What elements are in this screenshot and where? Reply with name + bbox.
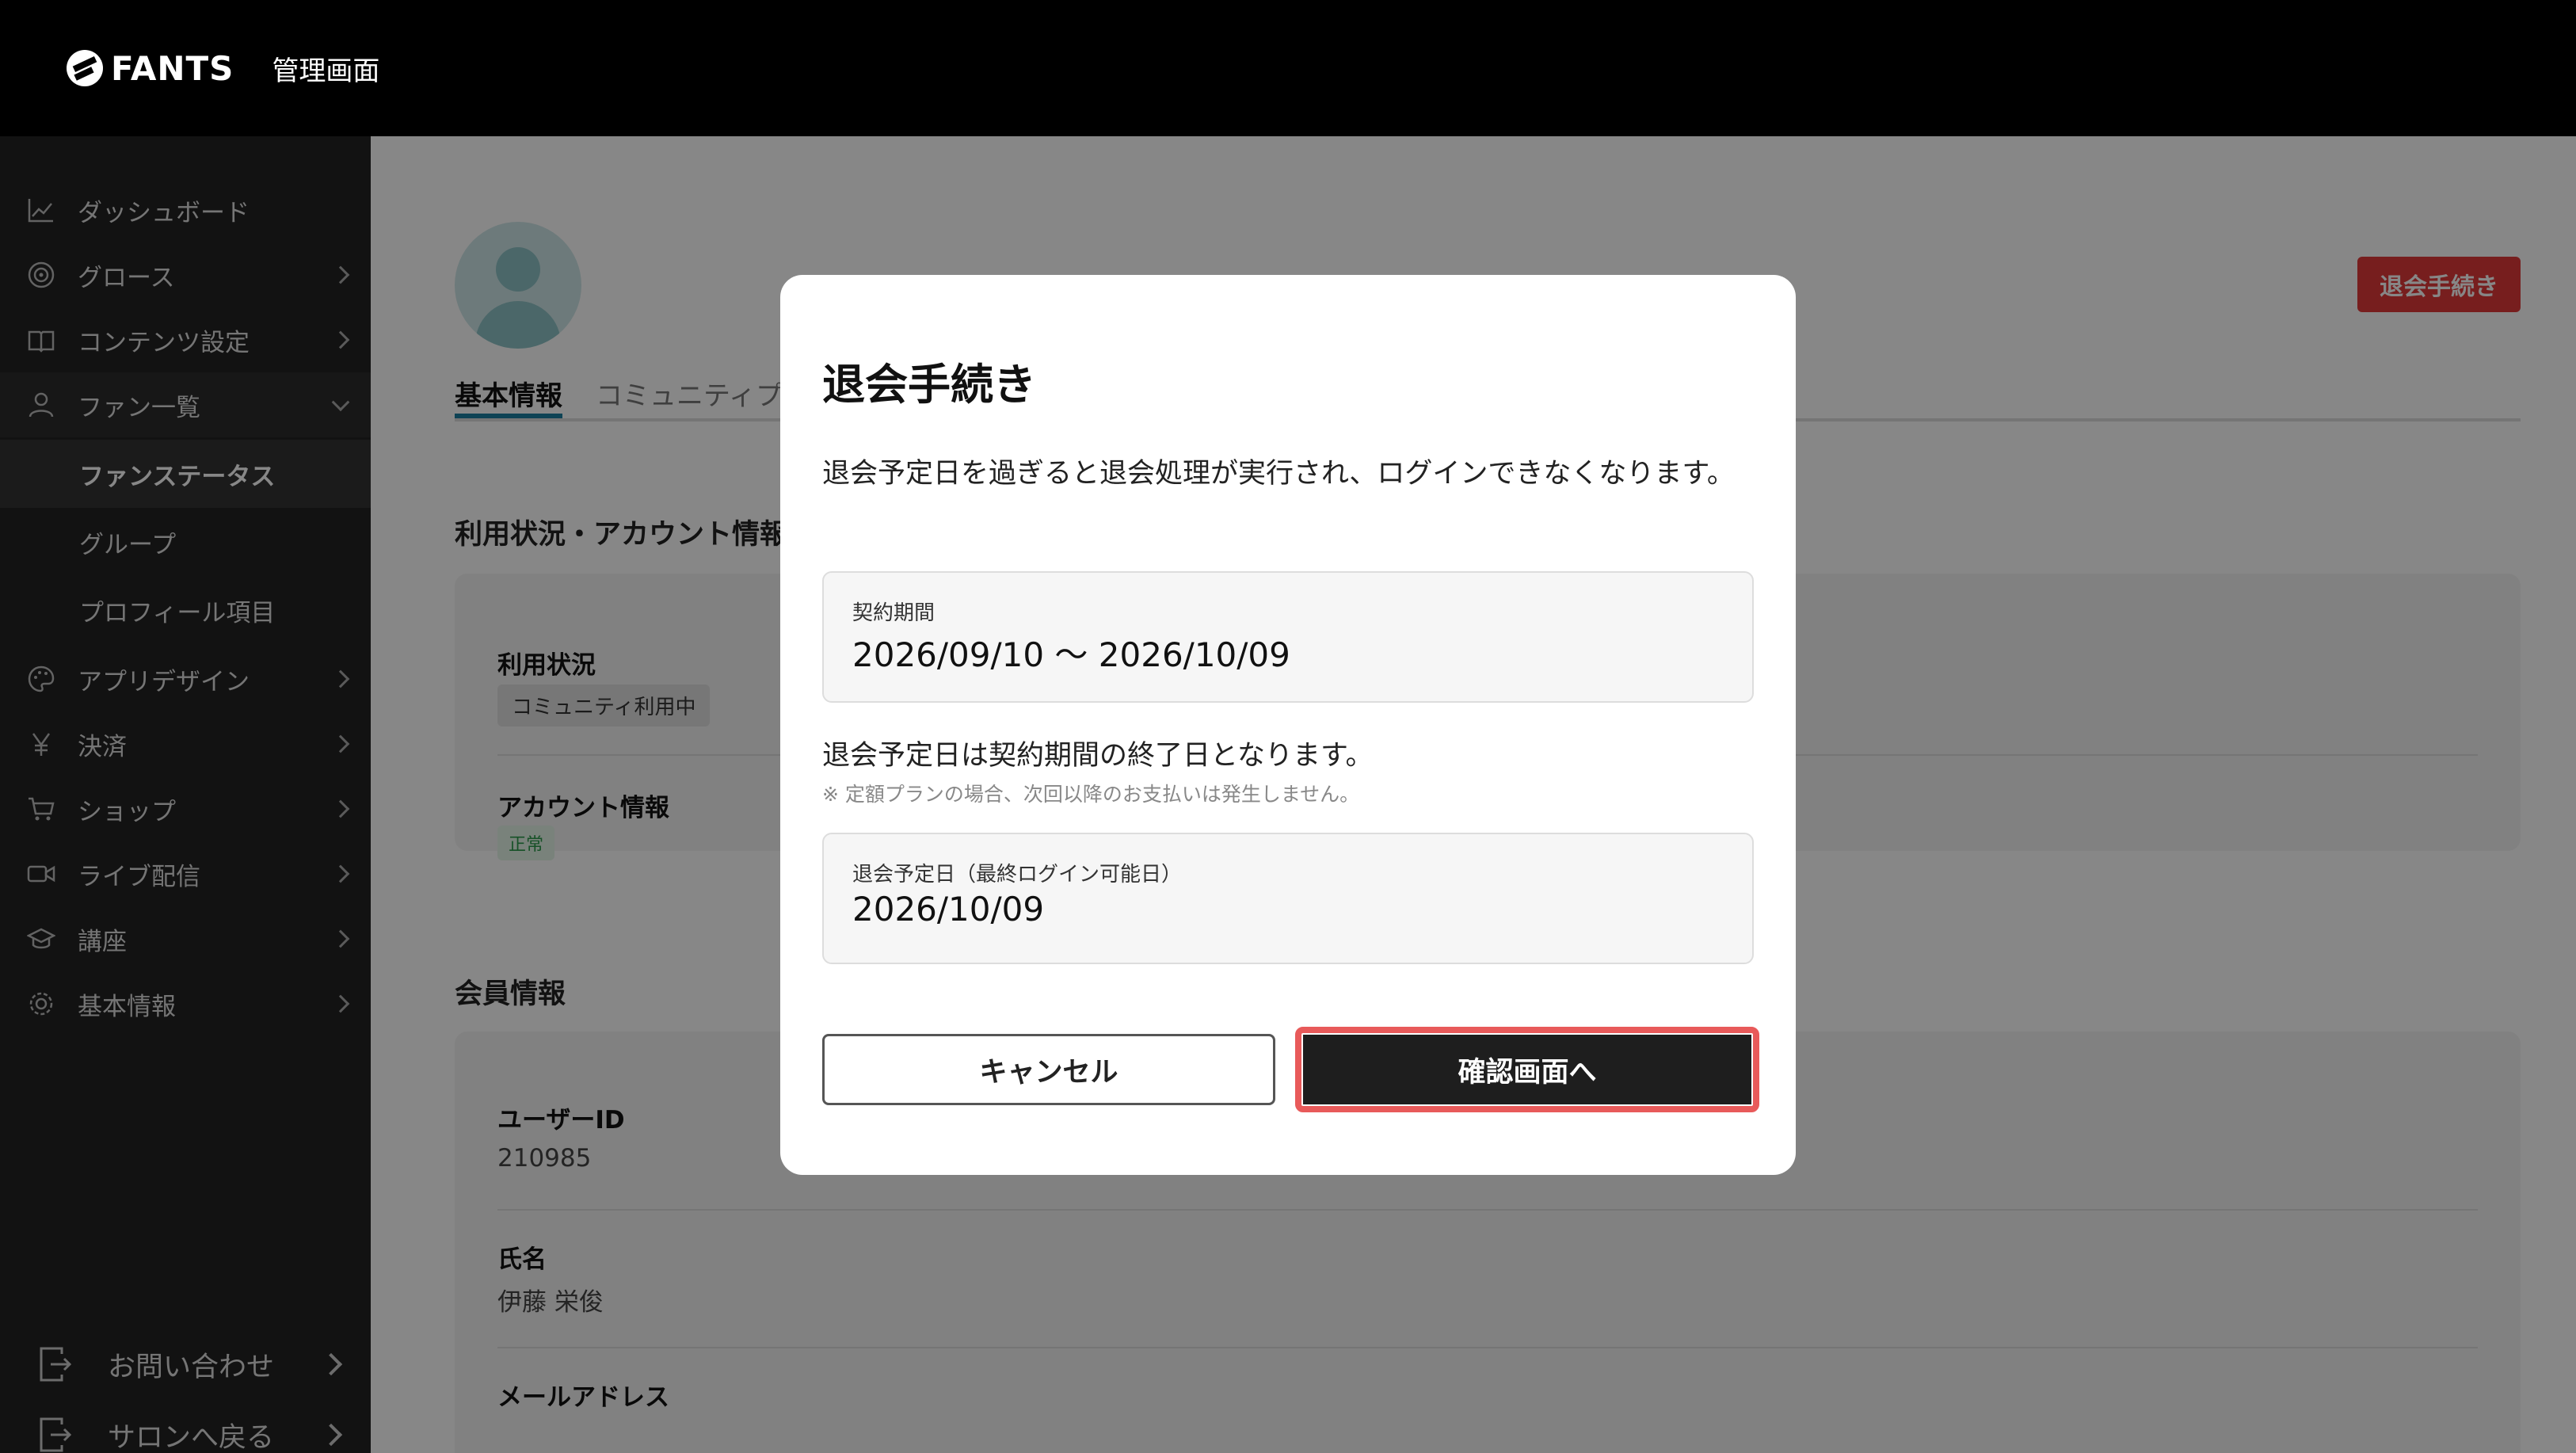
modal-title: 退会手続き xyxy=(822,360,1036,410)
admin-title: 管理画面 xyxy=(272,55,380,87)
contract-period-box: 契約期間 2026/09/10 ～ 2026/10/09 xyxy=(822,571,1754,703)
withdraw-date-label: 退会予定日（最終ログイン可能日） xyxy=(852,863,1183,887)
top-header: FANTS 管理画面 xyxy=(0,0,2576,136)
logo-text: FANTS xyxy=(111,48,234,88)
contract-period-label: 契約期間 xyxy=(852,601,936,625)
withdraw-date-box: 退会予定日（最終ログイン可能日） 2026/10/09 xyxy=(822,833,1754,964)
withdraw-modal: 退会手続き 退会予定日を過ぎると退会処理が実行され、ログインできなくなります。 … xyxy=(780,275,1796,1175)
cancel-button[interactable]: キャンセル xyxy=(822,1034,1275,1105)
withdraw-date-note: 退会予定日は契約期間の終了日となります。 xyxy=(822,740,1374,772)
confirm-button[interactable]: 確認画面へ xyxy=(1303,1035,1751,1104)
contract-period-value: 2026/09/10 ～ 2026/10/09 xyxy=(852,635,1290,674)
payment-note: ※ 定額プランの場合、次回以降のお支払いは発生しません。 xyxy=(822,783,1360,806)
withdraw-date-value: 2026/10/09 xyxy=(852,890,1045,929)
brand-logo[interactable]: FANTS xyxy=(67,49,234,88)
fants-logo-icon xyxy=(67,50,103,86)
modal-description: 退会予定日を過ぎると退会処理が実行され、ログインできなくなります。 xyxy=(822,458,1735,490)
